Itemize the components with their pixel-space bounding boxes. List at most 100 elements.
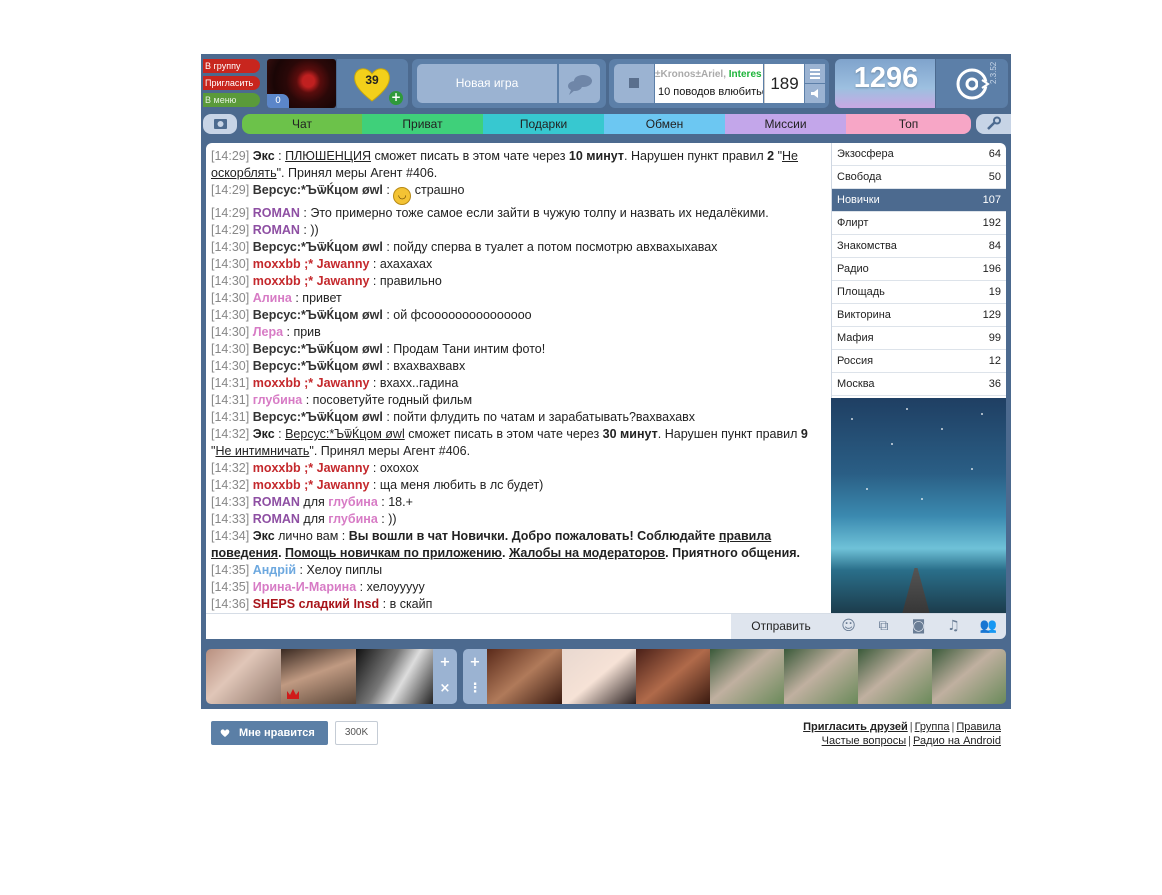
room-item[interactable]: Радио 196 — [832, 258, 1006, 281]
invite-friends-link[interactable]: Пригласить друзей — [803, 721, 908, 733]
room-item[interactable]: Мафия 99 — [832, 327, 1006, 350]
username[interactable]: ROMAN — [253, 206, 300, 220]
close-icon[interactable]: × — [433, 681, 457, 696]
add-icon[interactable]: + — [433, 655, 457, 670]
faq-link[interactable]: Частые вопросы — [822, 735, 907, 747]
photo-thumb[interactable] — [487, 649, 562, 704]
username[interactable]: Алина — [253, 291, 292, 305]
recipient[interactable]: глубина — [328, 512, 378, 526]
room-item[interactable]: Экзосфера 64 — [832, 143, 1006, 166]
message-text: ". Принял меры Агент #406. — [276, 166, 438, 180]
username[interactable]: SHEPS сладкий Insd — [253, 597, 379, 611]
separator: : — [382, 308, 394, 322]
chat-message: [14:31] глубина : посоветуйте годный фил… — [211, 392, 821, 409]
username[interactable]: moxxbb ;* Jawanny — [253, 274, 370, 288]
separator: : — [369, 478, 380, 492]
photo-thumb[interactable] — [710, 649, 784, 704]
send-button[interactable]: Отправить — [731, 614, 831, 639]
chat-input[interactable] — [206, 614, 726, 639]
tab-top[interactable]: Топ — [846, 114, 971, 134]
username[interactable]: Андрій — [253, 563, 296, 577]
photo-thumb[interactable] — [858, 649, 932, 704]
room-item[interactable]: Россия 12 — [832, 350, 1006, 373]
message-text: 9 — [800, 427, 808, 441]
camera-button[interactable] — [203, 114, 237, 134]
username[interactable]: Экс — [253, 427, 275, 441]
rule-link[interactable]: Не интимничать — [215, 444, 309, 458]
translate-icon[interactable]: ⧉ — [866, 614, 901, 639]
username[interactable]: moxxbb ;* Jawanny — [253, 257, 370, 271]
tab-exchange[interactable]: Обмен — [604, 114, 725, 134]
help-link[interactable]: Помощь новичкам по приложению — [285, 546, 502, 560]
photo-thumb[interactable] — [932, 649, 1006, 704]
timestamp: [14:30] — [211, 240, 250, 254]
volume-button[interactable] — [805, 84, 825, 103]
music-icon[interactable]: ♫ — [936, 614, 971, 639]
user-link[interactable]: ПЛЮШЕНЦИЯ — [285, 149, 371, 163]
message-text: посоветуйте годный фильм — [312, 393, 473, 407]
settings-button[interactable] — [976, 114, 1011, 134]
rules-link[interactable]: Правила — [956, 721, 1001, 733]
invite-button[interactable]: Пригласить — [203, 76, 260, 90]
new-game-button[interactable]: Новая игра — [417, 64, 557, 103]
recipient[interactable]: глубина — [328, 495, 378, 509]
tab-gifts[interactable]: Подарки — [483, 114, 604, 134]
room-item[interactable]: Свобода 50 — [832, 166, 1006, 189]
chat-message: [14:32] moxxbb ;* Jawanny : ща меня люби… — [211, 477, 821, 494]
timestamp: [14:30] — [211, 291, 250, 305]
room-item[interactable]: Москва 36 — [832, 373, 1006, 396]
username[interactable]: Экс — [253, 149, 275, 163]
equalizer-button[interactable] — [805, 64, 825, 83]
username[interactable]: Версус:*ЪѿЌцом øwl — [253, 183, 383, 197]
room-item[interactable]: Флирт 192 — [832, 212, 1006, 235]
username[interactable]: moxxbb ;* Jawanny — [253, 376, 370, 390]
username[interactable]: ROMAN — [253, 223, 300, 237]
score-value: 1296 — [853, 62, 919, 94]
users-icon[interactable]: 👥 — [971, 614, 1006, 639]
username[interactable]: Экс — [253, 529, 275, 543]
photo-thumb[interactable] — [784, 649, 858, 704]
photo-icon[interactable]: ◙ — [901, 614, 936, 639]
radio-ticker: ±Kronos±Ariel, Interes 10 поводов влюбит… — [655, 64, 763, 103]
username[interactable]: Версус:*ЪѿЌцом øwl — [253, 359, 383, 373]
username[interactable]: Ирина-И-Марина — [253, 580, 356, 594]
room-item-active[interactable]: Новички 107 — [832, 189, 1006, 212]
add-icon[interactable]: + — [463, 655, 487, 670]
photo-thumb[interactable] — [281, 649, 356, 704]
more-icon[interactable]: ⋮ — [463, 681, 487, 696]
username[interactable]: Версус:*ЪѿЌцом øwl — [253, 342, 383, 356]
username[interactable]: Лера — [253, 325, 283, 339]
username[interactable]: Версус:*ЪѿЌцом øwl — [253, 240, 383, 254]
username[interactable]: Версус:*ЪѿЌцом øwl — [253, 308, 383, 322]
room-item[interactable]: Площадь 19 — [832, 281, 1006, 304]
username[interactable]: Версус:*ЪѿЌцом øwl — [253, 410, 383, 424]
room-item[interactable]: Знакомства 84 — [832, 235, 1006, 258]
join-group-button[interactable]: В группу — [203, 59, 260, 73]
username[interactable]: moxxbb ;* Jawanny — [253, 461, 370, 475]
crown-icon — [287, 689, 299, 699]
smiley-icon[interactable]: ☺ — [831, 614, 866, 639]
username[interactable]: moxxbb ;* Jawanny — [253, 478, 370, 492]
photo-thumb[interactable] — [206, 649, 281, 704]
tab-private[interactable]: Приват — [362, 114, 483, 134]
tab-chat[interactable]: Чат — [242, 114, 362, 134]
timestamp: [14:31] — [211, 393, 250, 407]
room-name: Флирт — [837, 217, 869, 229]
user-link[interactable]: Версус:*ЪѿЌцом øwl — [285, 427, 405, 441]
message-text: . — [278, 546, 286, 560]
add-hearts-button[interactable]: + — [389, 91, 403, 105]
photo-thumb[interactable] — [636, 649, 710, 704]
username[interactable]: ROMAN — [253, 512, 300, 526]
tab-missions[interactable]: Миссии — [725, 114, 846, 134]
menu-button[interactable]: В меню — [203, 93, 260, 107]
complaints-link[interactable]: Жалобы на модераторов — [509, 546, 665, 560]
photo-thumb[interactable] — [562, 649, 636, 704]
photo-thumb[interactable] — [356, 649, 433, 704]
username[interactable]: ROMAN — [253, 495, 300, 509]
group-link[interactable]: Группа — [915, 721, 950, 733]
speech-bubble-button[interactable] — [559, 64, 600, 103]
room-item[interactable]: Викторина 129 — [832, 304, 1006, 327]
message-text: )) — [388, 512, 397, 526]
android-link[interactable]: Радио на Android — [913, 735, 1001, 747]
username[interactable]: глубина — [253, 393, 303, 407]
